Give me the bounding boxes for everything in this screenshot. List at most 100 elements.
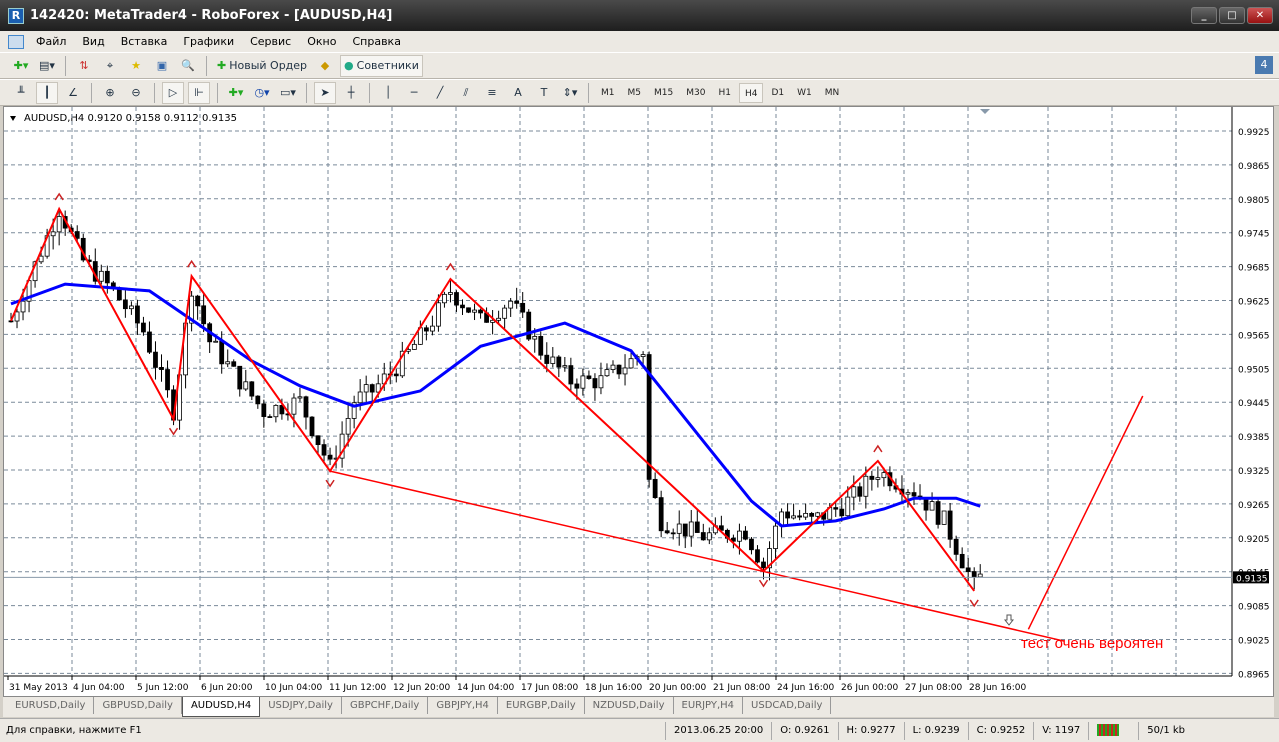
candle [195,294,201,320]
candle-body [454,292,459,306]
separator [217,82,218,103]
candle [700,523,706,541]
strategy-tester-icon[interactable]: 🔍 [177,55,199,77]
timeframe-m15[interactable]: M15 [649,83,678,103]
crosshair-icon[interactable]: ┼ [340,82,362,104]
candle [207,322,213,353]
candle-body [640,354,646,358]
crosshair-target-icon[interactable]: ⌖ [99,55,121,77]
chart-window[interactable]: AUDUSD,H4 0.9120 0.9158 0.9112 0.9135 те… [3,106,1274,697]
price-chart[interactable]: AUDUSD,H4 0.9120 0.9158 0.9112 0.9135 те… [4,107,1275,698]
fractal-up-icon [186,259,197,268]
navigator-star-icon[interactable]: ★ [125,55,147,77]
timeframe-m1[interactable]: M1 [596,83,620,103]
horizontal-line-icon[interactable]: ─ [403,82,425,104]
indicators-button[interactable]: ✚▾ [225,82,247,104]
candle [327,447,333,466]
chart-tab[interactable]: EURJPY,H4 [674,697,744,714]
periods-clock-icon[interactable]: ◷▾ [251,82,273,104]
candle-body [508,300,514,309]
price-tick-label: 0.9925 [1238,128,1270,138]
timeframe-m5[interactable]: M5 [623,83,647,103]
chart-tab[interactable]: GBPJPY,H4 [428,697,498,714]
minimize-button[interactable]: _ [1191,7,1217,24]
metaeditor-warning-icon[interactable]: ◆ [314,55,336,77]
timeframe-buttons: M1 M5 M15 M30 H1 H4 D1 W1 MN [596,82,845,103]
chart-tab[interactable]: AUDUSD,H4 [181,697,261,717]
candle [460,299,465,316]
candle-body [297,396,303,399]
chart-tab[interactable]: USDCAD,Daily [743,697,832,714]
chart-tab[interactable]: NZDUSD,Daily [585,697,674,714]
timeframe-w1[interactable]: W1 [792,83,817,103]
candle [104,265,110,294]
fibonacci-icon[interactable]: ≡ [481,82,503,104]
chart-shift-icon[interactable]: ⊩ [188,81,210,104]
autoscroll-icon[interactable]: ▷ [162,81,184,104]
candle-body [965,567,971,572]
zoom-in-icon[interactable]: ⊕ [99,82,121,104]
menu-help[interactable]: Справка [344,35,408,48]
zoom-out-icon[interactable]: ⊖ [125,82,147,104]
time-tick-label: 27 Jun 08:00 [905,683,962,693]
chart-tab[interactable]: GBPCHF,Daily [342,697,429,714]
price-tick-label: 0.9625 [1238,298,1270,308]
line-chart-icon[interactable]: ∠ [62,82,84,104]
timeframe-h1[interactable]: H1 [713,83,736,103]
separator [306,82,307,103]
timeframe-m30[interactable]: M30 [681,83,710,103]
chart-tab[interactable]: EURGBP,Daily [498,697,585,714]
menu-tools[interactable]: Сервис [242,35,299,48]
fractal-down-icon [168,427,179,436]
maximize-button[interactable]: □ [1219,7,1245,24]
candle [550,347,556,368]
expert-advisors-button[interactable]: ● Советники [340,54,423,77]
new-chart-button[interactable]: ✚▾ [10,55,32,77]
timeframe-d1[interactable]: D1 [766,83,789,103]
candle-body [429,325,435,332]
candle-body [694,521,700,533]
candle [147,321,152,355]
menu-insert[interactable]: Вставка [113,35,176,48]
candle-body [755,549,760,563]
trendline-icon[interactable]: ╱ [429,82,451,104]
templates-icon[interactable]: ▭▾ [277,82,299,104]
bar-chart-icon[interactable]: ╨ [10,82,32,104]
chart-annotation[interactable]: тест очень вероятен [1021,635,1163,652]
timeframe-mn[interactable]: MN [820,83,845,103]
text-icon[interactable]: A [507,82,529,104]
market-watch-icon[interactable]: ⇅ [73,55,95,77]
equidistant-channel-icon[interactable]: ⫽ [455,82,477,104]
chart-tab[interactable]: USDJPY,Daily [260,697,342,714]
menu-window[interactable]: Окно [299,35,344,48]
collapse-arrow-icon[interactable] [10,116,16,121]
terminal-icon[interactable]: ▣ [151,55,173,77]
candle [514,287,520,309]
status-open: O: 0.9261 [771,721,837,740]
status-help: Для справки, нажмите F1 [6,725,142,736]
new-order-button[interactable]: ✚ Новый Ордер [214,55,310,77]
candle-body [201,305,207,325]
candle [315,435,321,454]
timeframe-h4[interactable]: H4 [738,82,764,103]
arrows-icon[interactable]: ⇕▾ [559,82,581,104]
up-arrow-icon[interactable] [1003,614,1015,626]
candle-body [574,383,580,389]
cursor-icon[interactable]: ➤ [314,81,336,104]
text-label-icon[interactable]: T [533,82,555,104]
candle-body [881,472,887,479]
close-button[interactable]: ✕ [1247,7,1273,24]
vertical-line-icon[interactable]: │ [377,82,399,104]
chart-tab[interactable]: EURUSD,Daily [7,697,95,714]
menu-view[interactable]: Вид [74,35,112,48]
chart-tab[interactable]: GBPUSD,Daily [94,697,182,714]
notification-icon[interactable]: 4 [1255,56,1273,74]
candle-body [520,302,526,313]
candle [682,523,688,549]
menu-file[interactable]: Файл [28,35,74,48]
profiles-button[interactable]: ▤▾ [36,55,58,77]
candlestick-icon[interactable]: ┃ [36,81,58,104]
candle-body [809,512,815,517]
menu-charts[interactable]: Графики [175,35,242,48]
candle-body [682,523,688,537]
